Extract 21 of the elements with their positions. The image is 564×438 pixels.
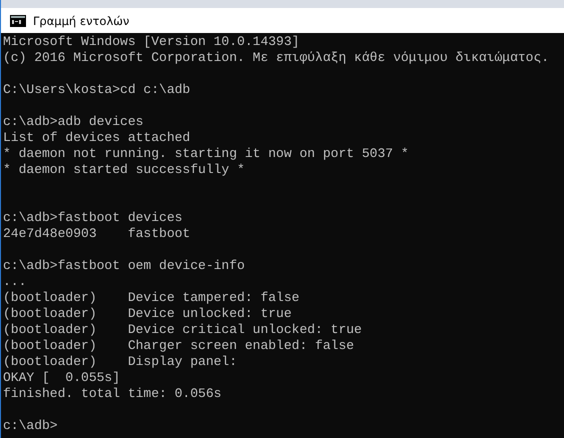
console-line: List of devices attached <box>3 130 192 146</box>
console-line: (bootloader) Device unlocked: true <box>3 306 293 322</box>
console-line: c:\adb> <box>3 418 59 434</box>
console-line: finished. total time: 0.056s <box>3 386 222 402</box>
console-line: (c) 2016 Microsoft Corporation. Με επιφύλαξη κάθε νόμιμου δικαιώματος. <box>3 50 550 66</box>
console-line: 24e7d48e0903 fastboot <box>3 226 192 242</box>
console-line: * daemon started successfully * <box>3 162 246 178</box>
window-title: Γραμμή εντολών <box>33 14 130 28</box>
console-line: c:\adb>fastboot devices <box>3 210 184 226</box>
console-line: ... <box>3 274 28 290</box>
console-line: C:\Users\kosta>cd c:\adb <box>3 82 192 98</box>
console-line: (bootloader) Device tampered: false <box>3 290 300 306</box>
console-line: (bootloader) Device critical unlocked: true <box>3 322 363 338</box>
console-line: c:\adb>fastboot oem device-info <box>3 258 246 274</box>
console-line: c:\adb>adb devices <box>3 114 144 130</box>
console-line: * daemon not running. starting it now on port 5037 * <box>3 146 410 162</box>
console-line: Microsoft Windows [Version 10.0.14393] <box>3 34 300 50</box>
console-line: (bootloader) Charger screen enabled: false <box>3 338 356 354</box>
console-line: (bootloader) Display panel: <box>3 354 238 370</box>
console-icon <box>10 14 26 26</box>
console-line: OKAY [ 0.055s] <box>3 370 122 386</box>
